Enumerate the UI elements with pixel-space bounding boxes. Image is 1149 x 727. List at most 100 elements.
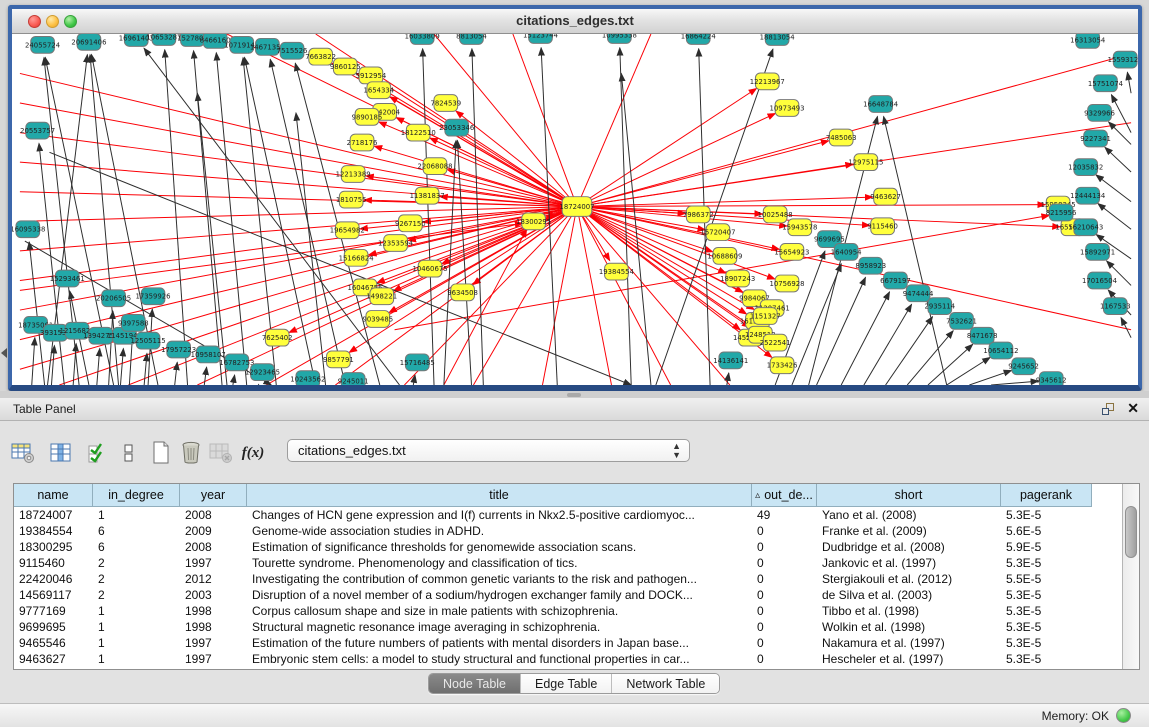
network-node[interactable]: 9227341: [1080, 130, 1111, 147]
network-canvas[interactable]: 1872400776638229860125591295416543342342…: [12, 34, 1138, 385]
close-icon[interactable]: ✕: [1127, 400, 1139, 417]
table-cell[interactable]: 18724007: [14, 507, 93, 523]
network-node[interactable]: 19384554: [599, 263, 634, 280]
column-header-in_degree[interactable]: in_degree: [93, 484, 180, 507]
select-rows-icon[interactable]: [84, 440, 110, 466]
table-selector-dropdown[interactable]: citations_edges.txt ▲▼: [287, 439, 690, 462]
network-node[interactable]: 9463627: [870, 188, 901, 205]
network-node[interactable]: 15123744: [523, 34, 558, 43]
network-node[interactable]: 18724007: [559, 197, 594, 217]
table-cell[interactable]: 22420046: [14, 571, 93, 587]
table-cell[interactable]: 2003: [180, 587, 247, 603]
network-node[interactable]: 15166824: [339, 249, 374, 266]
table-cell[interactable]: 0: [752, 523, 817, 539]
network-node[interactable]: 12975115: [848, 154, 883, 171]
network-node[interactable]: 12213967: [750, 73, 785, 90]
minimize-traffic-button[interactable]: [46, 15, 59, 28]
table-cell[interactable]: Yano et al. (2008): [817, 507, 1001, 523]
table-cell[interactable]: 0: [752, 619, 817, 635]
table-cell[interactable]: 1998: [180, 619, 247, 635]
table-cell[interactable]: 19384554: [14, 523, 93, 539]
table-cell[interactable]: 2012: [180, 571, 247, 587]
network-node[interactable]: 9890185: [352, 108, 383, 125]
network-node[interactable]: 7625402: [262, 329, 293, 346]
network-node[interactable]: 15751074: [1088, 75, 1123, 92]
table-cell[interactable]: 0: [752, 603, 817, 619]
table-cell[interactable]: 2: [93, 555, 180, 571]
table-cell[interactable]: Disruption of a novel member of a sodium…: [247, 587, 752, 603]
splitter-grip[interactable]: [567, 393, 581, 397]
network-node[interactable]: 1654334: [363, 82, 394, 99]
network-node[interactable]: 20691406: [71, 34, 106, 50]
table-cell[interactable]: 2008: [180, 539, 247, 555]
table-cell[interactable]: 18300295: [14, 539, 93, 555]
table-row[interactable]: 977716911998Corpus callosum shape and si…: [14, 603, 1122, 619]
network-node[interactable]: 17359926: [135, 288, 170, 305]
table-cell[interactable]: 5.3E-5: [1001, 619, 1092, 635]
network-node[interactable]: 10654112: [983, 342, 1018, 359]
table-row[interactable]: 969969511998Structural magnetic resonanc…: [14, 619, 1122, 635]
table-cell[interactable]: 0: [752, 539, 817, 555]
table-cell[interactable]: 5.3E-5: [1001, 555, 1092, 571]
network-node[interactable]: 5912954: [356, 67, 387, 84]
column-header-name[interactable]: name: [14, 484, 93, 507]
table-cell[interactable]: 5.3E-5: [1001, 507, 1092, 523]
network-node[interactable]: 10756928: [769, 275, 804, 292]
network-node[interactable]: 9267150: [395, 215, 426, 232]
table-cell[interactable]: 1: [93, 603, 180, 619]
table-cell[interactable]: Genome-wide association studies in ADHD.: [247, 523, 752, 539]
table-row[interactable]: 2242004622012Investigating the contribut…: [14, 571, 1122, 587]
table-cell[interactable]: Estimation of the future numbers of pati…: [247, 635, 752, 651]
table-cell[interactable]: 1: [93, 635, 180, 651]
delete-columns-icon[interactable]: [208, 440, 234, 466]
table-cell[interactable]: 9699695: [14, 619, 93, 635]
new-table-icon[interactable]: [148, 440, 174, 466]
table-cell[interactable]: 1: [93, 651, 180, 667]
column-header-title[interactable]: title: [247, 484, 752, 507]
network-node[interactable]: 1810755: [336, 191, 367, 208]
table-row[interactable]: 911546021997Tourette syndrome. Phenomeno…: [14, 555, 1122, 571]
table-row[interactable]: 1938455462009Genome-wide association stu…: [14, 523, 1122, 539]
table-cell[interactable]: 2008: [180, 507, 247, 523]
tab-edge-table[interactable]: Edge Table: [521, 674, 611, 693]
table-cell[interactable]: Investigating the contribution of common…: [247, 571, 752, 587]
network-window-titlebar[interactable]: citations_edges.txt: [12, 9, 1138, 34]
table-cell[interactable]: Wolkin et al. (1998): [817, 619, 1001, 635]
table-cell[interactable]: 49: [752, 507, 817, 523]
table-cell[interactable]: 1997: [180, 555, 247, 571]
table-cell[interactable]: Dudbridge et al. (2008): [817, 539, 1001, 555]
network-node[interactable]: 16033809: [405, 34, 440, 44]
column-header-pagerank[interactable]: pagerank: [1001, 484, 1092, 507]
table-cell[interactable]: Jankovic et al. (1997): [817, 555, 1001, 571]
table-cell[interactable]: 2: [93, 571, 180, 587]
table-cell[interactable]: Estimation of significance thresholds fo…: [247, 539, 752, 555]
network-node[interactable]: 1498221: [366, 288, 397, 305]
table-cell[interactable]: 0: [752, 635, 817, 651]
table-cell[interactable]: 5.9E-5: [1001, 539, 1092, 555]
splitpane-collapse-arrow-icon[interactable]: [1, 348, 7, 358]
column-header-year[interactable]: year: [180, 484, 247, 507]
network-node[interactable]: 2935114: [924, 298, 955, 315]
network-node[interactable]: 15593121: [1108, 51, 1138, 68]
network-node[interactable]: 8813054: [456, 34, 487, 44]
network-node[interactable]: 1733426: [767, 357, 798, 374]
network-node[interactable]: 9039485: [362, 311, 393, 328]
table-cell[interactable]: Embryonic stem cells: a model to study s…: [247, 651, 752, 667]
network-node[interactable]: 2522541: [760, 334, 791, 351]
table-cell[interactable]: de Silva et al. (2003): [817, 587, 1001, 603]
table-cell[interactable]: 9777169: [14, 603, 93, 619]
close-traffic-button[interactable]: [28, 15, 41, 28]
column-selector-icon[interactable]: [48, 440, 74, 466]
network-node[interactable]: 12213389: [336, 166, 371, 183]
table-cell[interactable]: 2009: [180, 523, 247, 539]
table-settings-icon[interactable]: [10, 440, 36, 466]
network-node[interactable]: 9857791: [323, 351, 354, 368]
network-node[interactable]: 10995338: [602, 34, 637, 43]
network-node[interactable]: 14136141: [713, 352, 748, 369]
table-cell[interactable]: 0: [752, 555, 817, 571]
network-node[interactable]: 15716485: [400, 354, 435, 371]
column-header-out_de[interactable]: ▵out_de...: [752, 484, 817, 507]
table-cell[interactable]: 2: [93, 587, 180, 603]
tab-network-table[interactable]: Network Table: [612, 674, 719, 693]
row-height-icon[interactable]: [116, 440, 142, 466]
